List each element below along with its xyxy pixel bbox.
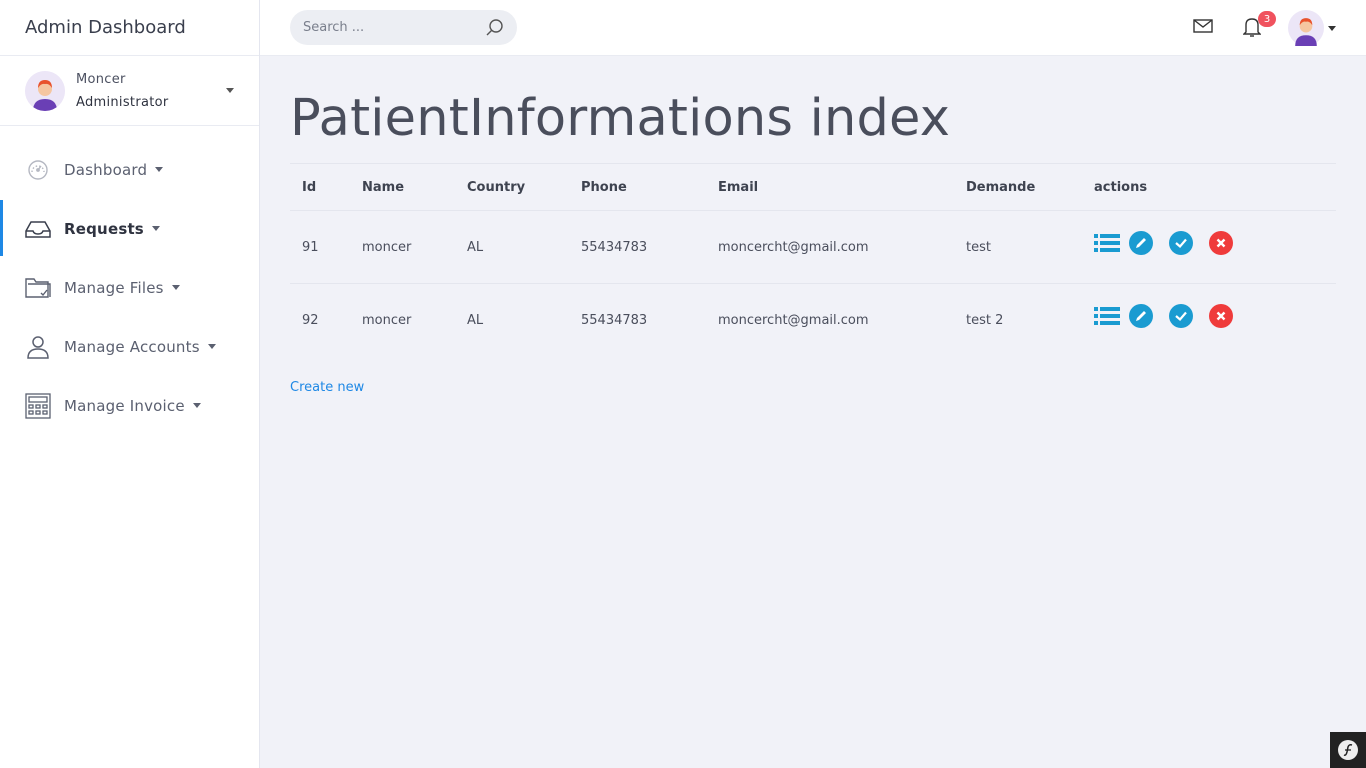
search-input[interactable] [303,20,473,35]
column-header-email: Email [706,163,954,211]
chevron-down-icon [155,167,164,172]
sidebar-item-manage-accounts[interactable]: Manage Accounts [0,317,259,376]
avatar[interactable] [1288,10,1324,46]
cell-demande: test [954,210,1082,284]
sidebar-item-manage-files[interactable]: Manage Files [0,258,259,317]
column-header-phone: Phone [569,163,706,211]
cell-id: 92 [302,312,319,328]
sidebar-item-label: Dashboard [64,160,148,179]
cell-phone: 55434783 [581,312,648,328]
approve-check-icon[interactable] [1168,303,1194,329]
reject-close-icon[interactable] [1208,303,1234,329]
list-details-icon[interactable] [1094,303,1120,329]
user-profile[interactable]: Moncer Administrator [0,56,259,126]
chevron-down-icon [207,344,216,349]
chevron-down-icon [192,403,201,408]
search-icon[interactable] [485,18,505,38]
approve-check-icon[interactable] [1168,230,1194,256]
page-title: PatientInformations index [290,89,951,148]
reject-close-icon[interactable] [1208,230,1234,256]
mail-icon[interactable] [1193,18,1213,38]
sidebar-nav: Dashboard Requests Manage Files Manage A… [0,140,259,435]
table-row: 91 moncer AL 55434783 moncercht@gmail.co… [290,210,1336,284]
brand-title[interactable]: Admin Dashboard [0,0,259,56]
column-header-country: Country [455,163,569,211]
edit-pencil-icon[interactable] [1128,303,1154,329]
chevron-down-icon[interactable] [1328,26,1336,31]
cell-country: AL [467,312,484,328]
user-avatar [25,70,65,111]
column-header-name: Name [350,163,455,211]
speedometer-icon [24,156,52,184]
list-details-icon[interactable] [1094,230,1120,256]
column-header-id: Id [290,163,350,211]
debug-toolbar-icon[interactable] [1330,732,1366,768]
user-name: Moncer [76,71,126,87]
edit-pencil-icon[interactable] [1128,230,1154,256]
folder-check-icon [24,274,52,302]
patient-table: Id Name Country Phone Email Demande acti… [290,163,1336,357]
invoice-calculator-icon [24,392,52,420]
cell-country: AL [455,210,569,284]
cell-name: moncer [350,210,455,284]
inbox-tray-icon [24,215,52,243]
create-new-link[interactable]: Create new [290,380,364,395]
sidebar: Admin Dashboard Moncer Administrator Das… [0,0,260,768]
chevron-down-icon[interactable] [226,88,234,93]
user-role: Administrator [76,94,169,110]
sidebar-item-manage-invoice[interactable]: Manage Invoice [0,376,259,435]
sidebar-item-requests[interactable]: Requests [0,199,259,258]
topbar: 3 [260,0,1366,56]
sidebar-item-label: Manage Accounts [64,337,200,356]
table-row: 92 moncer AL 55434783 moncercht@gmail.co… [290,284,1336,357]
cell-demande: test 2 [966,312,1004,328]
search-box [290,10,517,45]
sidebar-item-label: Manage Invoice [64,396,185,415]
main-content: PatientInformations index Id Name Countr… [290,56,1336,395]
chevron-down-icon [151,226,160,231]
cell-phone: 55434783 [569,210,706,284]
column-header-demande: Demande [954,163,1082,211]
cell-email: moncercht@gmail.com [718,312,869,328]
sidebar-item-dashboard[interactable]: Dashboard [0,140,259,199]
sidebar-item-label: Manage Files [64,278,164,297]
column-header-actions: actions [1082,163,1336,211]
cell-email: moncercht@gmail.com [706,210,954,284]
chevron-down-icon [171,285,180,290]
user-icon [24,333,52,361]
table-header-row: Id Name Country Phone Email Demande acti… [290,163,1336,211]
sidebar-item-label: Requests [64,219,144,238]
cell-id: 91 [290,210,350,284]
cell-actions [1082,284,1336,357]
cell-actions [1082,210,1336,284]
cell-name: moncer [362,312,412,328]
notification-badge: 3 [1258,11,1276,27]
